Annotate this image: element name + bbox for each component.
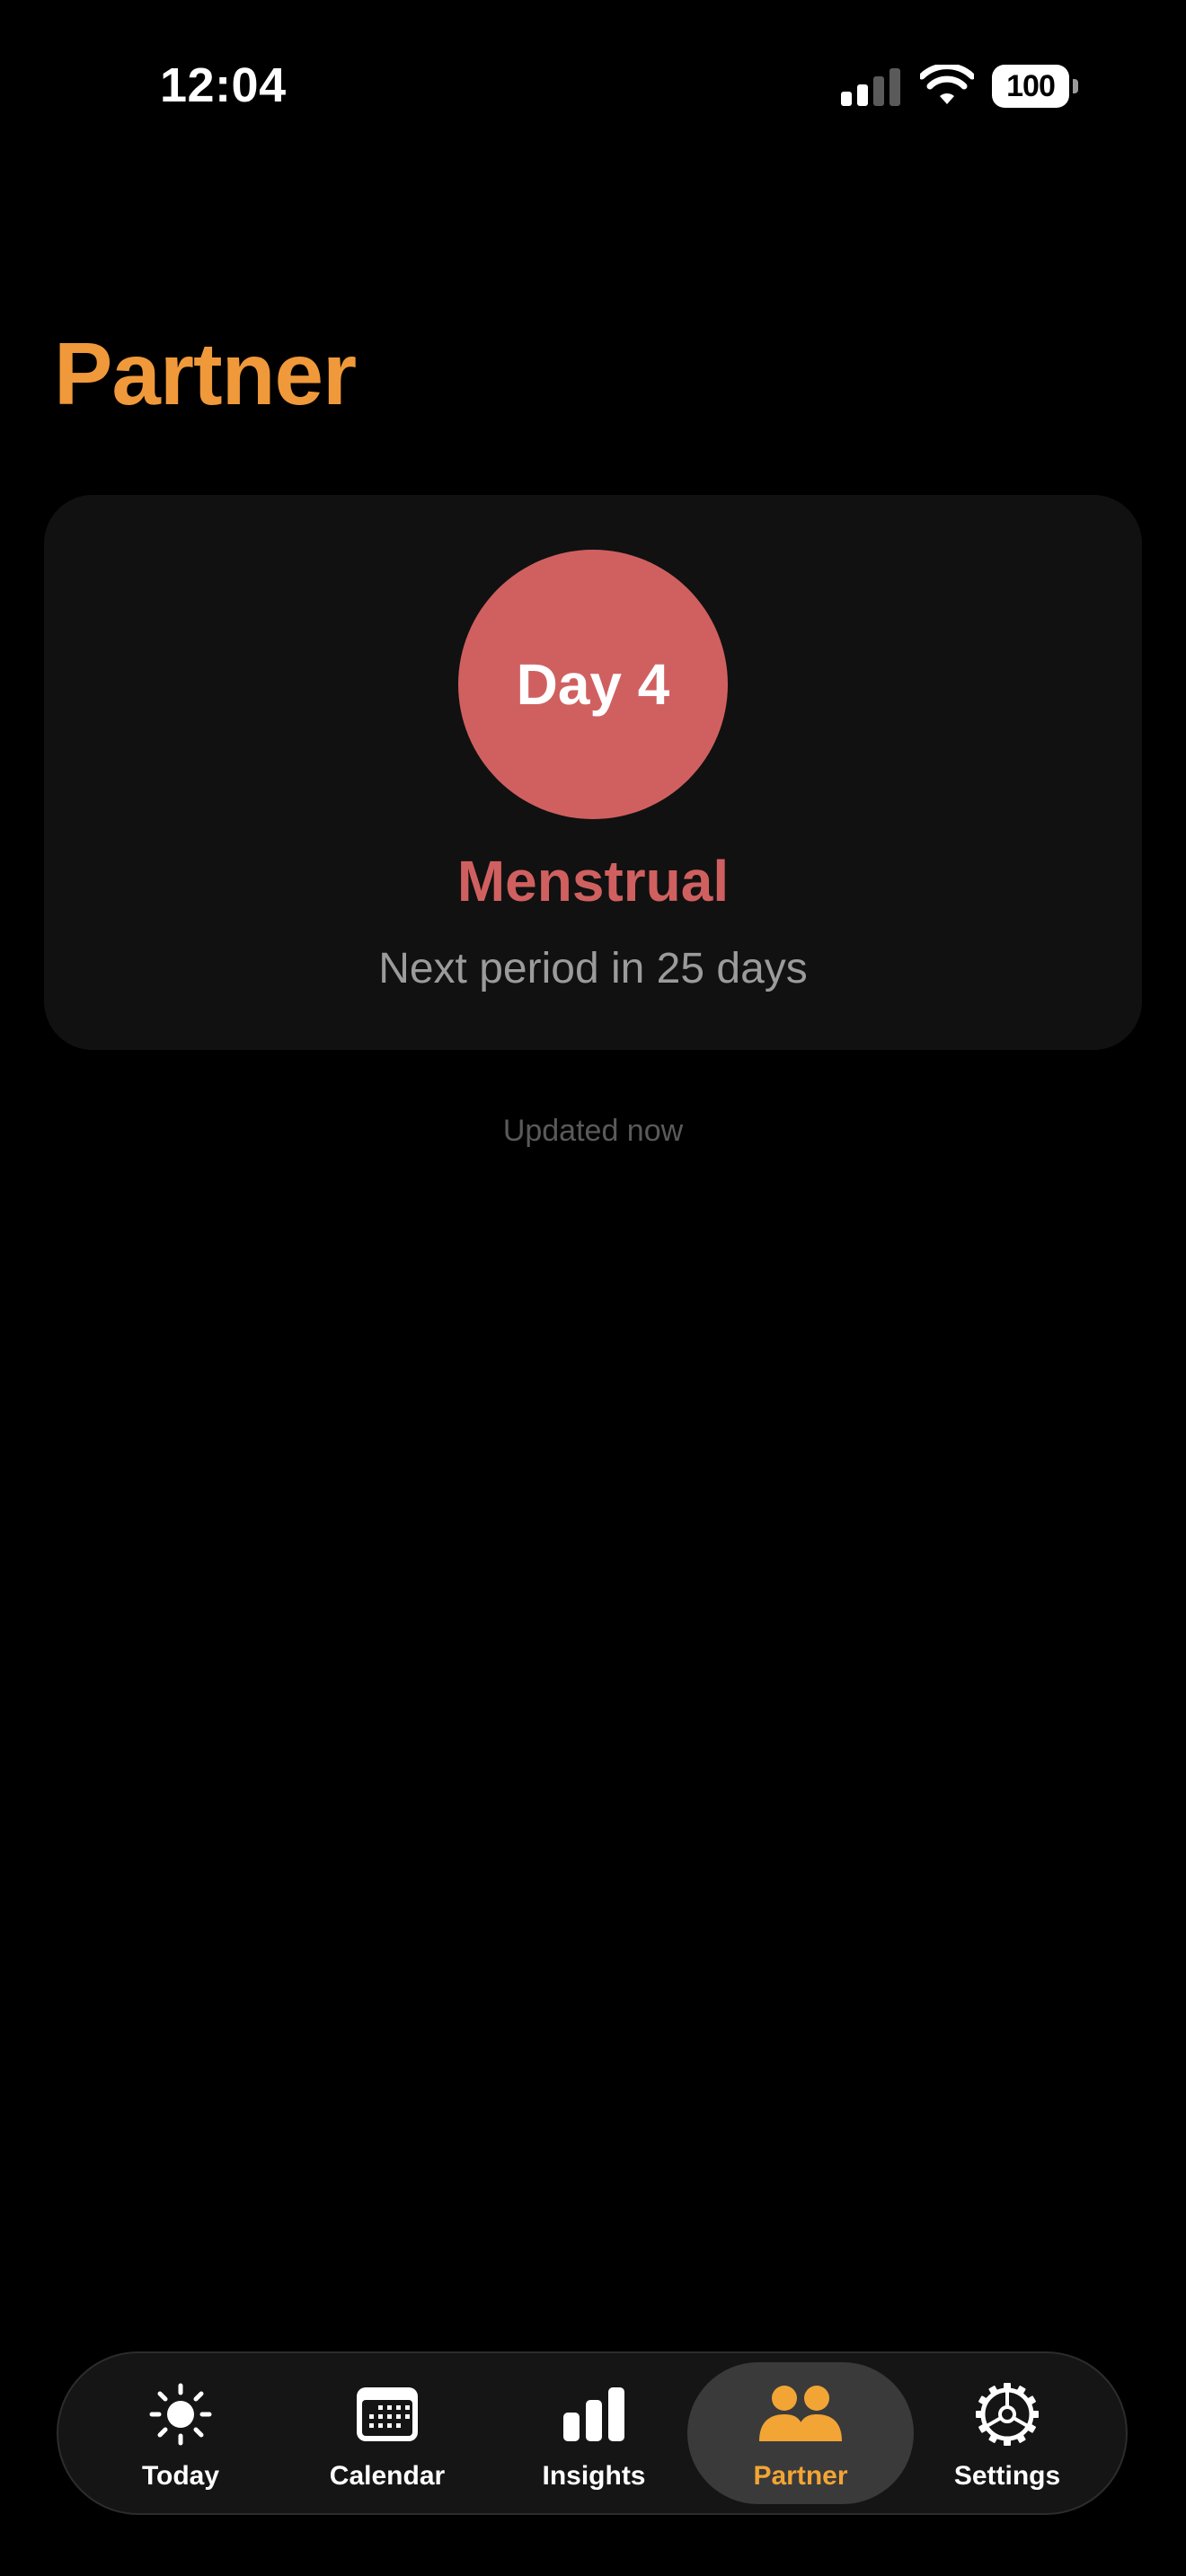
next-period-text: Next period in 25 days [378, 945, 808, 992]
cellular-signal-icon [841, 68, 900, 106]
cycle-day-label: Day 4 [516, 652, 670, 717]
gear-icon [976, 2383, 1039, 2446]
page-title: Partner [54, 324, 357, 423]
tab-label: Today [141, 2461, 220, 2491]
tab-bar: Today Calendar Insights Partner Settings [57, 2351, 1128, 2515]
tab-label: Partner [753, 2461, 848, 2491]
tab-insights[interactable]: Insights [495, 2362, 693, 2504]
tab-calendar[interactable]: Calendar [288, 2362, 486, 2504]
cycle-status-card: Day 4 Menstrual Next period in 25 days [44, 495, 1142, 1050]
wifi-icon [920, 65, 974, 104]
sun-icon [149, 2383, 212, 2446]
battery-level: 100 [992, 65, 1069, 108]
bar-chart-icon [563, 2387, 624, 2441]
tab-label: Insights [542, 2461, 646, 2491]
tab-settings[interactable]: Settings [908, 2362, 1106, 2504]
tab-partner[interactable]: Partner [687, 2362, 914, 2504]
cycle-day-circle: Day 4 [458, 550, 728, 819]
updated-timestamp: Updated now [502, 1114, 684, 1148]
battery-icon: 100 [992, 65, 1078, 108]
cycle-phase-label: Menstrual [456, 849, 730, 913]
tab-label: Settings [953, 2461, 1061, 2491]
status-time: 12:04 [160, 58, 287, 112]
tab-label: Calendar [329, 2461, 446, 2491]
people-icon [759, 2386, 842, 2441]
status-bar: 12:04 100 [0, 0, 1186, 171]
calendar-icon [357, 2387, 418, 2441]
tab-today[interactable]: Today [82, 2362, 279, 2504]
